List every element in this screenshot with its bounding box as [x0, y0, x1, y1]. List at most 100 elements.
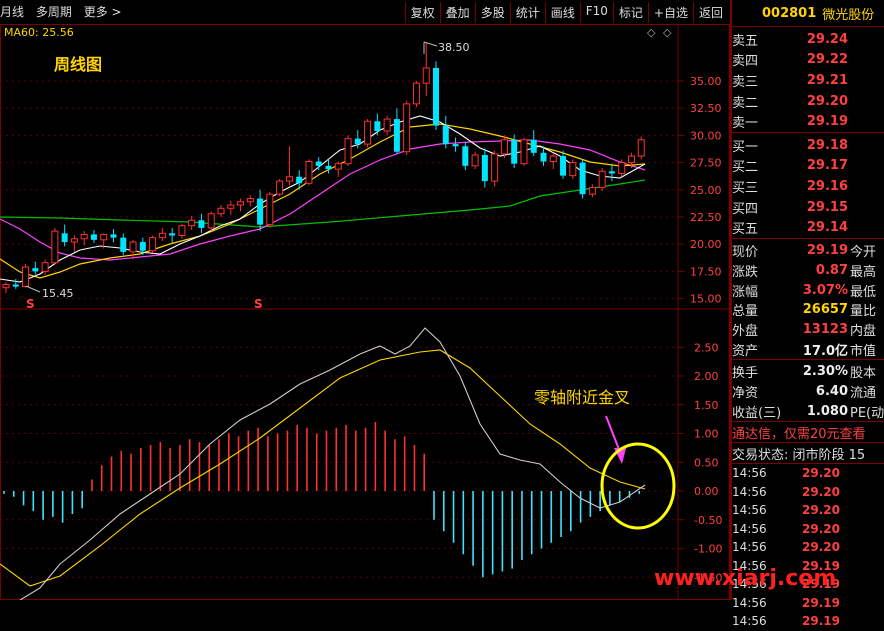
chart-toolbar: 月线 多周期 更多 > 复权 叠加 多股 统计 画线 F10 标记 +自选 返回 — [0, 0, 730, 25]
tick-time: 14:56 — [732, 614, 767, 629]
candle-body — [500, 139, 508, 155]
kline-svg[interactable]: 35.00 32.50 30.00 27.50 25.00 22.50 20.00 17.50… — [0, 24, 730, 601]
stat-value: 3.07% — [802, 282, 848, 298]
stat-label: 资产 — [732, 343, 759, 359]
f10-button[interactable]: F10 — [579, 2, 613, 23]
bid-row[interactable]: 买五 29.14 — [732, 217, 884, 238]
candle-body — [80, 233, 88, 240]
ask-row[interactable]: 卖三 29.21 — [732, 70, 884, 91]
candle-body — [334, 163, 342, 170]
multi-stock-button[interactable]: 多股 — [474, 2, 510, 23]
add-watchlist-button[interactable]: +自选 — [647, 2, 693, 23]
tick-price: 29.19 — [802, 614, 840, 629]
candle-body — [325, 165, 332, 170]
candle-body — [315, 161, 322, 166]
adjust-button[interactable]: 复权 — [404, 2, 440, 23]
low-price-label: 15.45 — [42, 287, 74, 300]
bid-row[interactable]: 买四 29.15 — [732, 197, 884, 218]
tick-price: 29.20 — [802, 503, 840, 518]
high-marker: 38.50 — [423, 41, 470, 54]
tick-price: 29.20 — [802, 521, 840, 536]
annotation-arrow — [605, 415, 626, 464]
macd-tick-label: 2.50 — [694, 341, 719, 354]
candle-body — [178, 225, 186, 236]
bid-row[interactable]: 买三 29.16 — [732, 176, 884, 197]
overlay-button[interactable]: 叠加 — [439, 2, 475, 23]
ask-row[interactable]: 卖四 29.22 — [732, 50, 884, 71]
candle-body — [520, 139, 528, 165]
tick-time: 14:56 — [732, 540, 767, 555]
collapse-icon[interactable]: ◇ — [663, 26, 672, 39]
mark-button[interactable]: 标记 — [612, 2, 648, 23]
chart-area[interactable]: 35.00 32.50 30.00 27.50 25.00 22.50 20.00 17.50… — [0, 24, 730, 601]
stat-right-label: 最低 — [850, 284, 877, 300]
ask-row[interactable]: 卖二 29.20 — [732, 91, 884, 112]
stat-right-label: 流通 — [850, 386, 877, 402]
period-title: 周线图 — [54, 55, 102, 74]
stat-value: 0.87 — [815, 262, 848, 278]
candle-body — [32, 268, 39, 272]
stat-label: 收益(三) — [732, 405, 782, 421]
ask-price: 29.24 — [806, 31, 848, 47]
bid-label: 买三 — [732, 180, 759, 196]
candle-body — [257, 198, 264, 225]
ma20-line — [0, 139, 646, 261]
ad-banner[interactable]: 通达信，仅需20元查看 — [732, 422, 884, 444]
ask-row[interactable]: 卖五 29.24 — [732, 29, 884, 50]
stat-row: 现价 29.19 今开 — [732, 241, 884, 261]
period-menu: 月线 多周期 更多 > — [0, 3, 130, 20]
ask-row[interactable]: 卖一 29.19 — [732, 111, 884, 132]
candle-body — [540, 152, 547, 162]
candle-body — [637, 139, 645, 157]
price-tick-label: 20.00 — [690, 238, 722, 251]
stock-name[interactable]: 微光股份 — [822, 4, 874, 23]
highlight-ellipse — [600, 442, 676, 530]
candle-body — [462, 146, 469, 166]
candle-body — [442, 125, 449, 145]
period-month-item[interactable]: 月线 — [0, 5, 24, 19]
stat-value: 17.0亿 — [802, 343, 848, 359]
candle-body — [433, 67, 439, 126]
multi-period-item[interactable]: 多周期 — [36, 5, 72, 19]
stat-right-label: 内盘 — [850, 324, 877, 340]
price-tick-label: 27.50 — [690, 157, 722, 170]
bid-row[interactable]: 买一 29.18 — [732, 135, 884, 156]
ma60-label: MA60: 25.56 — [4, 26, 74, 39]
back-button[interactable]: 返回 — [692, 2, 728, 23]
stat-row: 换手 2.30% 股本 — [732, 362, 884, 382]
draw-line-button[interactable]: 画线 — [544, 2, 580, 23]
stat-value: 2.30% — [802, 364, 848, 380]
tick-time: 14:56 — [732, 484, 767, 499]
candle-body — [227, 204, 235, 209]
candle-body — [12, 284, 19, 287]
stat-value: 6.40 — [815, 384, 848, 400]
candle-body — [41, 262, 49, 272]
stat-right-label: PE(动 — [850, 405, 884, 421]
candle-body — [266, 193, 274, 226]
statistics-button[interactable]: 统计 — [509, 2, 545, 23]
macd-histogram — [3, 422, 641, 578]
more-item[interactable]: 更多 > — [84, 5, 122, 19]
price-tick-label: 30.00 — [690, 129, 722, 142]
macd-gridlines — [0, 346, 684, 578]
stock-code[interactable]: 002801 — [762, 6, 816, 21]
stat-right-label: 最高 — [850, 264, 877, 280]
bid-price: 29.17 — [806, 158, 848, 174]
quote-stats: 现价 29.19 今开 涨跌 0.87 最高 涨幅 3.07% 最低 总量 26657 量比 外… — [732, 239, 884, 361]
stat-label: 外盘 — [732, 324, 759, 340]
tick-list[interactable]: 14:56 29.20 14:56 29.20 14:56 29.20 14:56 29… — [732, 464, 884, 631]
price-axis: 35.00 32.50 30.00 27.50 25.00 22.50 20.00 17.50… — [690, 75, 722, 306]
ask-label: 卖四 — [732, 54, 759, 70]
candle-body — [285, 176, 293, 182]
price-tick-label: 22.50 — [690, 211, 722, 224]
ask-book: 卖五 29.24 卖四 29.22 卖三 29.21 卖二 29.20 卖一 29.19 — [732, 27, 884, 133]
bid-row[interactable]: 买二 29.17 — [732, 156, 884, 177]
macd-tick-label: 0.00 — [694, 485, 719, 498]
bid-label: 买五 — [732, 222, 759, 238]
candle-body — [61, 233, 68, 243]
stat-right-label: 市值 — [850, 343, 877, 359]
macd-tick-label: 1.50 — [694, 399, 719, 412]
diamond-icon[interactable]: ◇ — [647, 26, 656, 39]
stock-header: 002801 微光股份 — [732, 0, 884, 27]
candlesticks — [2, 42, 645, 294]
